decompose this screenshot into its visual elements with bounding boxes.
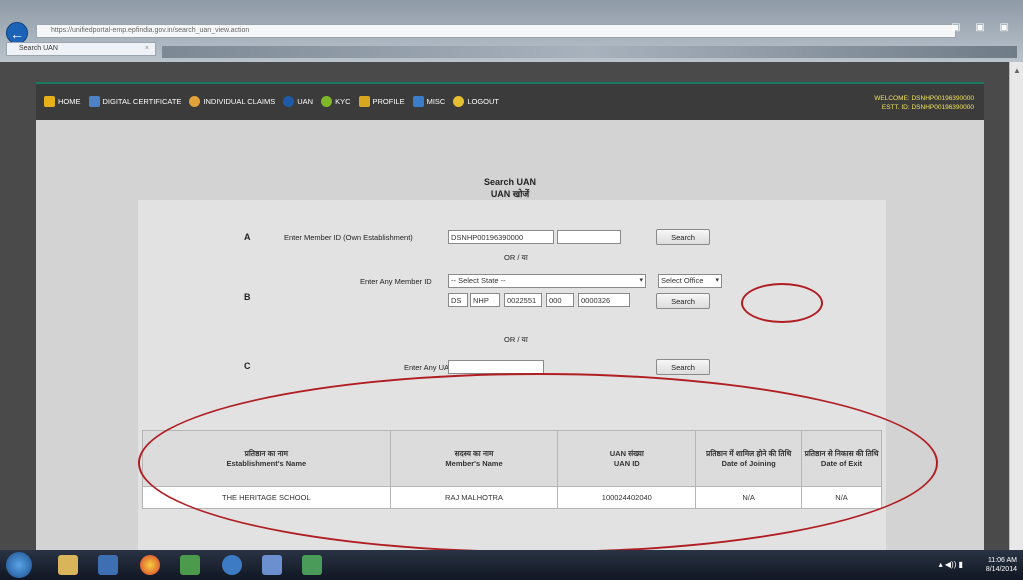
browser-chrome: ← https://unifiedportal-emp.epfindia.gov… (0, 0, 1023, 62)
nav-misc[interactable]: MISC (412, 96, 445, 107)
nav-logout[interactable]: LOGOUT (453, 96, 499, 107)
tray-icons[interactable]: ▴ ◀)) ▮ (939, 560, 963, 569)
or-label-2: OR / या (504, 335, 528, 344)
nav-menu: HOME DIGITAL CERTIFICATE INDIVIDUAL CLAI… (44, 96, 503, 107)
member-id-part-office[interactable] (470, 293, 500, 307)
annotation-circle-results (138, 373, 938, 553)
member-id-part-ext[interactable] (546, 293, 574, 307)
section-a-letter: A (244, 232, 251, 242)
any-member-id-label: Enter Any Member ID (360, 277, 432, 286)
browser-tab[interactable]: Search UAN × (6, 42, 156, 56)
system-clock[interactable]: 11:06 AM 8/14/2014 (986, 556, 1017, 574)
taskbar: ▴ ◀)) ▮ 11:06 AM 8/14/2014 (0, 550, 1023, 580)
nav-kyc[interactable]: KYC (321, 96, 351, 107)
outlook-icon[interactable] (98, 555, 118, 575)
office-select[interactable]: Select Office ▾ (658, 274, 722, 288)
tab-title: Search UAN (19, 45, 58, 52)
back-icon[interactable]: ← (6, 22, 28, 44)
member-id-part-state[interactable] (448, 293, 468, 307)
chevron-down-icon: ▾ (715, 277, 719, 284)
window-controls[interactable]: ▣ ▣ ▣ (951, 22, 1015, 33)
estt-id-text: ESTT. ID: DSNHP00196390000 (881, 104, 974, 111)
state-select[interactable]: -- Select State -- ▾ (448, 274, 646, 288)
presentation-icon[interactable] (262, 555, 282, 575)
file-explorer-icon[interactable] (58, 555, 78, 575)
nav-individual-claims[interactable]: INDIVIDUAL CLAIMS (189, 96, 275, 107)
annotation-circle-search (741, 283, 823, 323)
any-uan-label: Enter Any UAN (404, 363, 455, 372)
nav-digital-certificate[interactable]: DIGITAL CERTIFICATE (88, 96, 181, 107)
internet-explorer-icon[interactable] (222, 555, 242, 575)
or-label-1: OR / या (504, 253, 528, 262)
address-bar[interactable]: https://unifiedportal-emp.epfindia.gov.i… (36, 24, 956, 38)
profile-icon (358, 96, 370, 107)
search-button-c[interactable]: Search (656, 359, 710, 375)
start-button[interactable] (6, 552, 32, 578)
kyc-icon (321, 96, 333, 107)
uan-input[interactable] (448, 360, 544, 374)
toolbar-strip (162, 46, 1017, 58)
member-id-part-account[interactable] (578, 293, 630, 307)
page-title: Search UAN UAN खोजें (483, 177, 537, 199)
nav-uan[interactable]: UAN (283, 96, 313, 107)
site-nav: HOME DIGITAL CERTIFICATE INDIVIDUAL CLAI… (36, 82, 984, 120)
nav-home[interactable]: HOME (44, 96, 81, 107)
spreadsheet-icon[interactable] (302, 555, 322, 575)
member-id-own-input[interactable] (557, 230, 621, 244)
uan-icon (283, 96, 295, 107)
search-button-a[interactable]: Search (656, 229, 710, 245)
certificate-icon (88, 96, 100, 107)
misc-icon (412, 96, 424, 107)
home-icon (44, 96, 55, 107)
app-icon[interactable] (180, 555, 200, 575)
claims-icon (189, 96, 201, 107)
member-id-own-label: Enter Member ID (Own Establishment) (284, 233, 413, 242)
section-b-letter: B (244, 292, 251, 302)
close-icon[interactable]: × (145, 43, 149, 55)
search-button-b[interactable]: Search (656, 293, 710, 309)
welcome-info: WELCOME: DSNHP00196390000 ESTT. ID: DSNH… (874, 94, 974, 112)
member-id-part-estt[interactable] (504, 293, 542, 307)
welcome-text: WELCOME: DSNHP00196390000 (874, 95, 974, 102)
section-c-letter: C (244, 361, 251, 371)
page-scrollbar[interactable]: ▲ (1009, 62, 1023, 550)
logout-icon (453, 96, 465, 107)
chrome-icon[interactable] (140, 555, 160, 575)
member-id-prefix-input[interactable] (448, 230, 554, 244)
chevron-down-icon: ▾ (639, 277, 643, 284)
nav-profile[interactable]: PROFILE (358, 96, 405, 107)
chevron-up-icon[interactable]: ▲ (1013, 66, 1021, 75)
